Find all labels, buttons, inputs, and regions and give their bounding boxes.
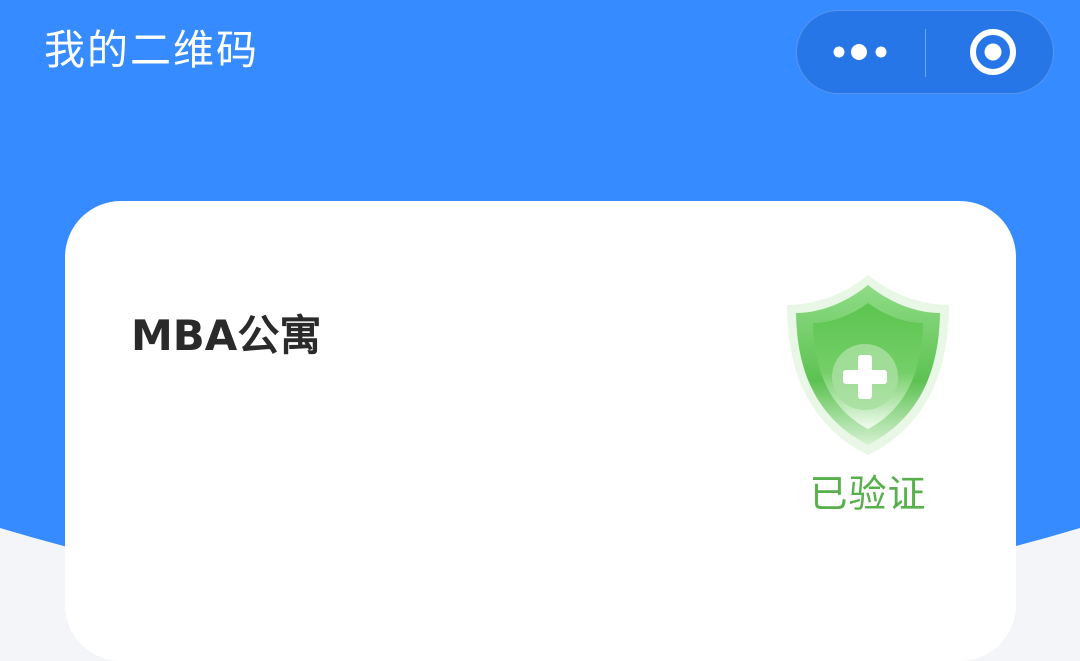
page-title: 我的二维码 — [44, 26, 259, 74]
more-dots-icon — [833, 44, 887, 60]
target-circle-icon — [970, 29, 1016, 75]
verified-badge: 已验证 — [773, 269, 963, 529]
more-button[interactable] — [797, 11, 925, 93]
shield-plus-icon — [787, 275, 949, 455]
verified-label: 已验证 — [809, 472, 927, 516]
organization-name: MBA公寓 — [131, 311, 322, 360]
qr-code-card: MBA公寓 已验证 — [65, 201, 1016, 661]
navigation-bar: 我的二维码 — [0, 0, 1080, 100]
mini-program-capsule — [796, 10, 1054, 94]
close-button[interactable] — [926, 11, 1054, 93]
